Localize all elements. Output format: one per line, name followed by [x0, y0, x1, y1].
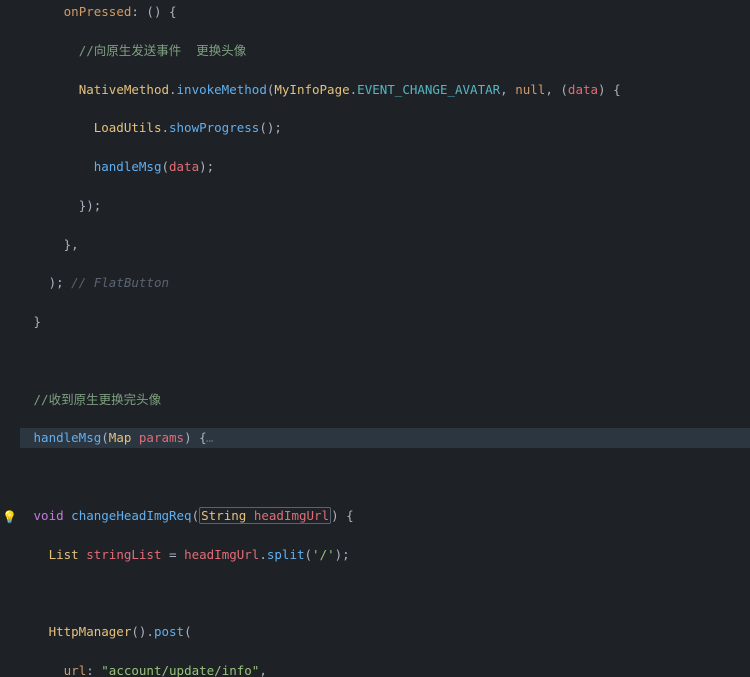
code-line: //向原生发送事件 更换头像	[20, 41, 750, 60]
code-line	[20, 583, 750, 602]
code-line: List stringList = headImgUrl.split('/');	[20, 545, 750, 564]
gutter: 💡	[0, 0, 14, 677]
fold-marker[interactable]: …	[207, 430, 215, 445]
code-line: ); // FlatButton	[20, 273, 750, 292]
code-line: });	[20, 196, 750, 215]
code-line: //收到原生更换完头像	[20, 390, 750, 409]
code-line: LoadUtils.showProgress();	[20, 118, 750, 137]
code-line: handleMsg(data);	[20, 157, 750, 176]
code-line	[20, 467, 750, 486]
code-line: NativeMethod.invokeMethod(MyInfoPage.EVE…	[20, 80, 750, 99]
code-line-highlighted: handleMsg(Map params) {…	[20, 428, 750, 447]
code-line	[20, 351, 750, 370]
code-editor[interactable]: 💡 onPressed: () { //向原生发送事件 更换头像 NativeM…	[0, 0, 750, 677]
code-line: }	[20, 312, 750, 331]
code-line: HttpManager().post(	[20, 622, 750, 641]
code-line: void changeHeadImgReq(String headImgUrl)…	[20, 506, 750, 525]
code-line: },	[20, 235, 750, 254]
code-area[interactable]: onPressed: () { //向原生发送事件 更换头像 NativeMet…	[0, 0, 750, 677]
lightbulb-icon[interactable]: 💡	[2, 508, 17, 527]
code-line: url: "account/update/info",	[20, 661, 750, 677]
code-line: onPressed: () {	[20, 2, 750, 21]
